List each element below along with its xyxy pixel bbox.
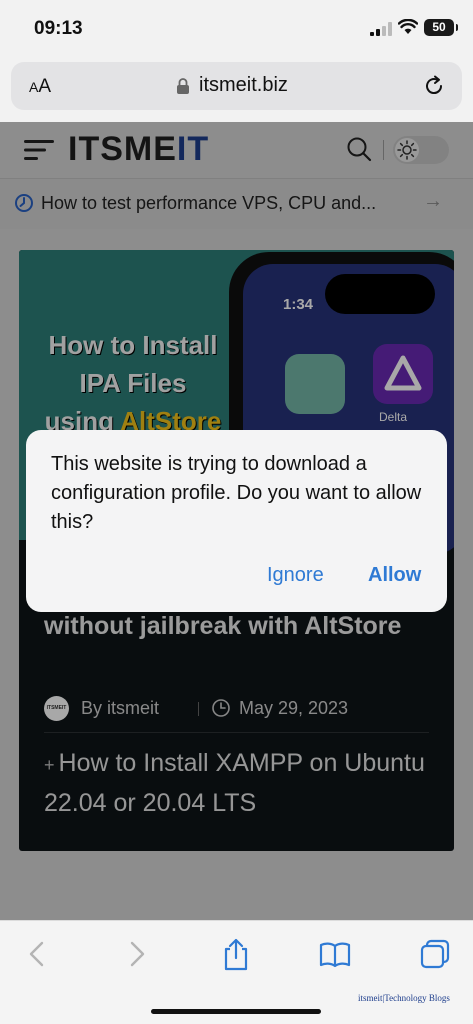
- alert-message: This website is trying to download a con…: [51, 453, 422, 533]
- lock-icon: [177, 78, 189, 94]
- battery-icon: 50: [424, 19, 458, 36]
- back-icon[interactable]: [20, 937, 54, 971]
- watermark-text: itsmeit|Technology Blogs: [358, 993, 450, 1003]
- wifi-icon: [398, 19, 418, 34]
- cellular-signal-icon: [370, 22, 392, 36]
- ignore-button[interactable]: Ignore: [267, 564, 324, 587]
- url-text[interactable]: itsmeit.biz: [199, 74, 288, 97]
- address-bar-area: AA itsmeit.biz: [0, 58, 473, 122]
- address-bar[interactable]: AA itsmeit.biz: [11, 62, 462, 110]
- status-time: 09:13: [34, 18, 83, 39]
- home-indicator: [151, 1009, 321, 1014]
- forward-icon[interactable]: [120, 937, 154, 971]
- browser-toolbar: itsmeit|Technology Blogs: [0, 920, 473, 1024]
- tabs-icon[interactable]: [418, 937, 452, 971]
- status-bar: 09:13 50: [0, 0, 473, 58]
- download-profile-alert: This website is trying to download a con…: [26, 430, 447, 612]
- share-icon[interactable]: [219, 937, 253, 971]
- bookmarks-icon[interactable]: [318, 937, 352, 971]
- text-size-button[interactable]: AA: [29, 76, 51, 98]
- reload-icon[interactable]: [423, 75, 445, 97]
- allow-button[interactable]: Allow: [368, 564, 421, 587]
